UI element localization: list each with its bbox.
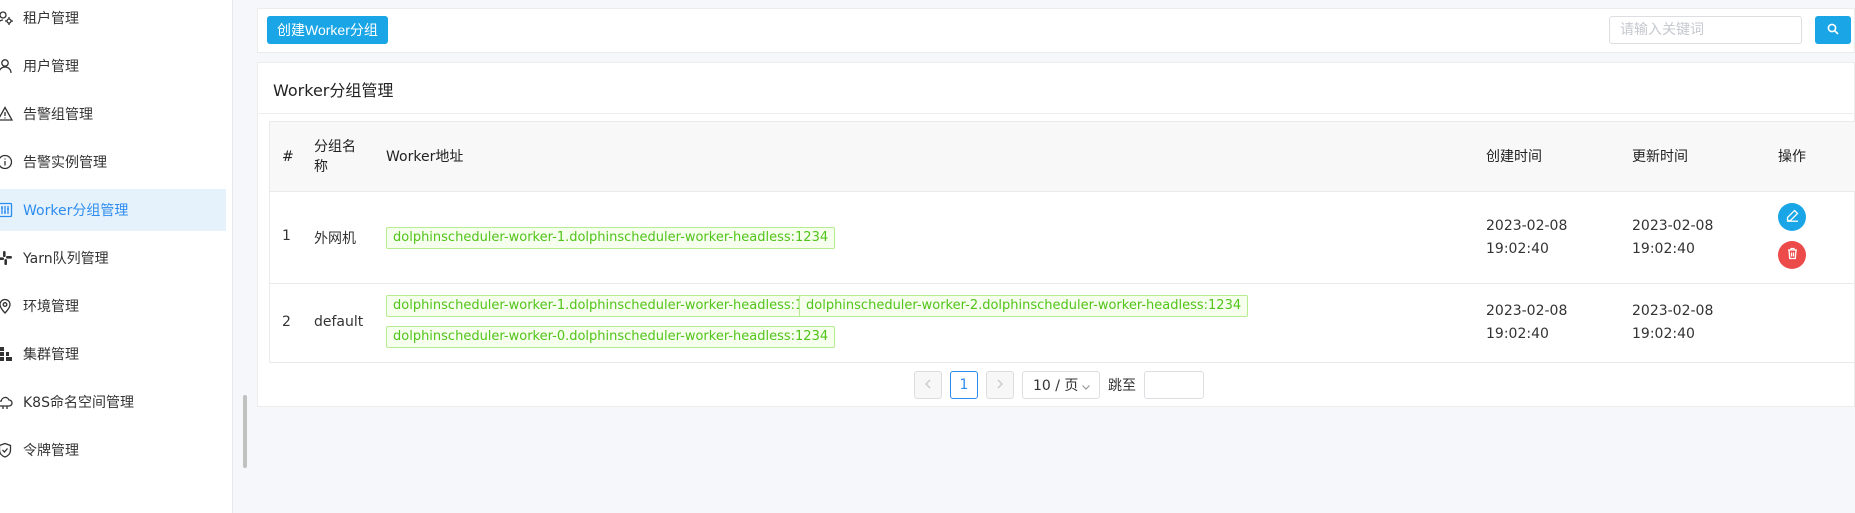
worker-address-tag: dolphinscheduler-worker-0.dolphinschedul… — [386, 326, 836, 348]
info-icon — [0, 153, 14, 171]
sidebar-item-label: 用户管理 — [23, 59, 79, 75]
sidebar-item-cluster[interactable]: 集群管理 — [0, 333, 226, 375]
trash-icon — [1786, 247, 1799, 264]
sidebar-item-label: Yarn队列管理 — [23, 251, 109, 267]
row-update-time: 2023-02-08 19:02:40 — [1632, 218, 1714, 257]
col-operations: 操作 — [1778, 149, 1806, 165]
jump-label: 跳至 — [1108, 378, 1136, 394]
sidebar-item-alert-instance[interactable]: 告警实例管理 — [0, 141, 226, 183]
worker-group-icon — [0, 201, 14, 219]
row-group-name: 外网机 — [314, 231, 356, 247]
edit-icon — [1786, 209, 1799, 226]
search-input[interactable] — [1609, 16, 1802, 44]
sidebar-item-label: K8S命名空间管理 — [23, 395, 134, 411]
cloud-icon — [0, 393, 14, 411]
worker-address-tag: dolphinscheduler-worker-1.dolphinschedul… — [386, 227, 836, 249]
slack-icon — [0, 249, 14, 267]
jump-page-input[interactable] — [1144, 371, 1204, 399]
chevron-right-icon — [996, 377, 1004, 393]
sidebar-item-label: Worker分组管理 — [23, 203, 129, 219]
sidebar-item-k8s-namespace[interactable]: K8S命名空间管理 — [0, 381, 226, 423]
toolbar: 创建Worker分组 — [257, 8, 1855, 53]
shield-icon — [0, 441, 14, 459]
col-update-time: 更新时间 — [1632, 149, 1688, 165]
row-group-name: default — [314, 314, 364, 330]
sidebar-item-label: 告警组管理 — [23, 107, 93, 123]
table-row: 1 外网机 dolphinscheduler-worker-1.dolphins… — [270, 192, 1855, 284]
location-icon — [0, 297, 14, 315]
sidebar-item-label: 令牌管理 — [23, 443, 79, 459]
table-row: 2 default dolphinscheduler-worker-1.dolp… — [270, 284, 1855, 362]
sidebar-item-label: 告警实例管理 — [23, 155, 107, 171]
user-icon — [0, 57, 14, 75]
divider — [258, 113, 1854, 114]
chevron-down-icon — [1081, 380, 1091, 396]
chevron-left-icon — [924, 377, 932, 393]
page-size-value: 10 / 页 — [1033, 378, 1079, 394]
page-size-select[interactable]: 10 / 页 — [1022, 371, 1100, 399]
search-icon — [1827, 23, 1839, 38]
sidebar-item-alert-group[interactable]: 告警组管理 — [0, 93, 226, 135]
delete-button[interactable] — [1778, 241, 1806, 269]
sidebar-item-label: 集群管理 — [23, 347, 79, 363]
tenant-icon — [0, 9, 14, 27]
sidebar-item-token[interactable]: 令牌管理 — [0, 429, 226, 471]
sidebar-item-label: 租户管理 — [23, 11, 79, 27]
col-name: 分组名称 — [314, 139, 356, 175]
search-button[interactable] — [1815, 16, 1851, 44]
prev-page-button[interactable] — [914, 371, 942, 399]
edit-button[interactable] — [1778, 203, 1806, 231]
sidebar-scrollbar[interactable] — [243, 395, 247, 468]
create-worker-group-button[interactable]: 创建Worker分组 — [267, 16, 388, 44]
worker-group-table: # 分组名称 Worker地址 创建时间 更新时间 操作 1 外网机 dolph… — [269, 121, 1855, 363]
table-header: # 分组名称 Worker地址 创建时间 更新时间 操作 — [270, 122, 1855, 192]
sidebar-item-environment[interactable]: 环境管理 — [0, 285, 226, 327]
next-page-button[interactable] — [986, 371, 1014, 399]
row-create-time: 2023-02-08 19:02:40 — [1486, 218, 1568, 257]
row-index: 2 — [282, 314, 291, 330]
page-title: Worker分组管理 — [273, 81, 394, 100]
sidebar-item-user[interactable]: 用户管理 — [0, 45, 226, 87]
cluster-icon — [0, 345, 14, 363]
sidebar-item-label: 环境管理 — [23, 299, 79, 315]
worker-address-tag: dolphinscheduler-worker-1.dolphinschedul… — [386, 295, 836, 317]
col-index: # — [282, 149, 294, 165]
page-number-button[interactable]: 1 — [950, 371, 978, 399]
sidebar-item-tenant[interactable]: 租户管理 — [0, 0, 226, 39]
warning-icon — [0, 105, 14, 123]
row-index: 1 — [282, 228, 291, 244]
worker-address-tag: dolphinscheduler-worker-2.dolphinschedul… — [799, 295, 1249, 317]
worker-group-card: Worker分组管理 # 分组名称 Worker地址 创建时间 更新时间 操作 … — [257, 62, 1855, 407]
row-update-time: 2023-02-08 19:02:40 — [1632, 303, 1714, 342]
col-create-time: 创建时间 — [1486, 149, 1542, 165]
row-create-time: 2023-02-08 19:02:40 — [1486, 303, 1568, 342]
sidebar-item-worker-group[interactable]: Worker分组管理 — [0, 189, 226, 231]
sidebar: 租户管理 用户管理 告警组管理 告警实例管理 Worker分组管理 Yarn队列… — [0, 0, 233, 513]
col-worker-address: Worker地址 — [386, 149, 464, 165]
sidebar-item-yarn-queue[interactable]: Yarn队列管理 — [0, 237, 226, 279]
